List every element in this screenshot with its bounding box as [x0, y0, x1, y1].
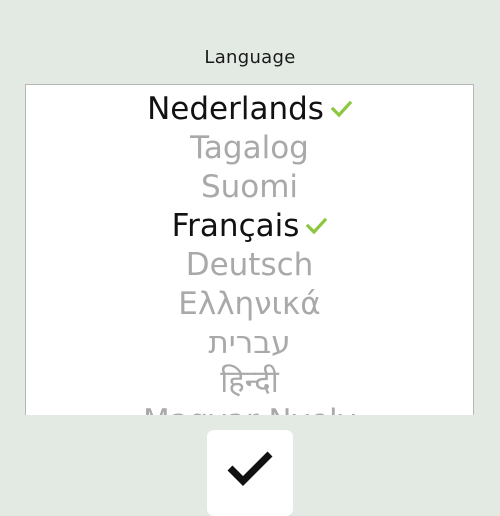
confirm-button[interactable] — [207, 430, 293, 516]
language-option-greek[interactable]: Ελληνικά — [26, 282, 473, 322]
language-option-tagalog[interactable]: Tagalog — [26, 126, 473, 166]
language-label: हिन्दी — [220, 363, 279, 400]
checkmark-icon — [227, 451, 273, 486]
language-label: Ελληνικά — [178, 285, 321, 322]
language-option-magyar[interactable]: Magyar Nyelv — [26, 399, 473, 416]
language-label: Suomi — [200, 168, 299, 205]
language-option-deutsch[interactable]: Deutsch — [26, 243, 473, 283]
language-label: Magyar Nyelv — [143, 401, 356, 416]
language-option-nederlands[interactable]: Nederlands — [26, 87, 473, 127]
language-label: Deutsch — [185, 246, 314, 283]
language-label: Nederlands — [147, 90, 324, 127]
check-icon — [306, 217, 328, 234]
language-option-francais[interactable]: Français — [26, 204, 473, 244]
language-label: Français — [171, 207, 300, 244]
language-title: Language — [204, 47, 296, 68]
language-option-hebrew[interactable]: עברית — [26, 321, 473, 361]
check-icon — [330, 100, 352, 117]
language-list[interactable]: Nederlands Tagalog Suomi Français Deutsc… — [25, 84, 474, 415]
language-label: Tagalog — [190, 129, 309, 166]
language-option-suomi[interactable]: Suomi — [26, 165, 473, 205]
language-label: עברית — [208, 324, 291, 361]
language-option-hindi[interactable]: हिन्दी — [26, 360, 473, 400]
